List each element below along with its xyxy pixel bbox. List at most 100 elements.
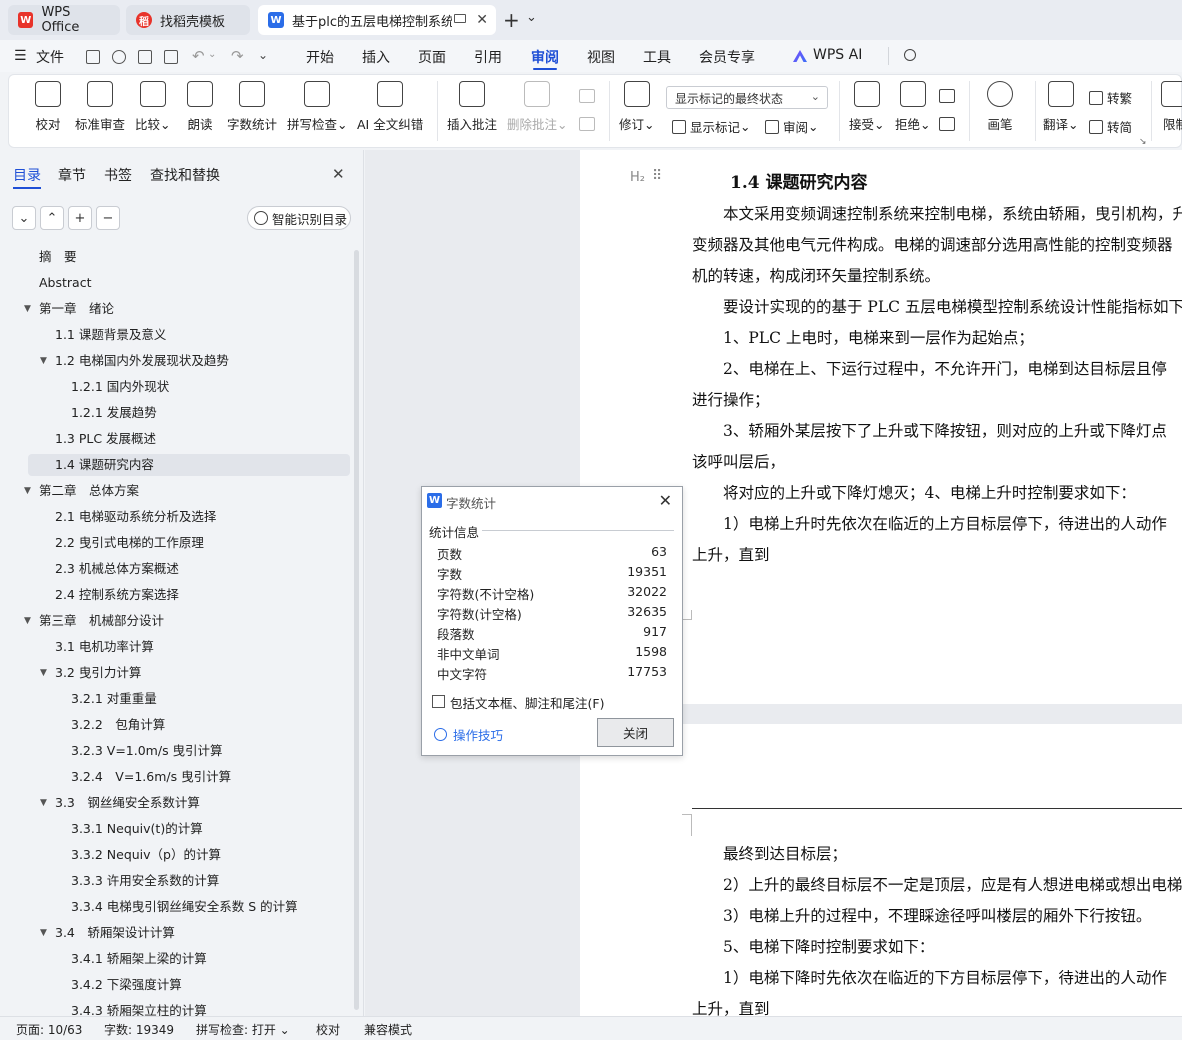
drag-handle-icon[interactable]: ⠿	[652, 168, 662, 184]
toc-item[interactable]: 1.4 课题研究内容	[55, 454, 154, 476]
file-menu[interactable]: 文件	[36, 47, 64, 67]
menu-review[interactable]: 审阅	[531, 47, 559, 67]
restrict-editing-button[interactable]: 限制	[1161, 81, 1182, 133]
toc-item[interactable]: 1.2.1 发展趋势	[71, 402, 157, 424]
expand-arrow-icon[interactable]: ▼	[40, 350, 47, 372]
undo-icon[interactable]: ↶	[192, 47, 205, 65]
toc-item[interactable]: 3.2.2 包角计算	[71, 714, 165, 736]
toc-item[interactable]: 2.2 曳引式电梯的工作原理	[55, 532, 204, 554]
page-indicator[interactable]: 页面: 10/63	[16, 1021, 82, 1038]
translate-button[interactable]: 翻译⌄	[1043, 81, 1079, 133]
menu-insert[interactable]: 插入	[362, 47, 390, 67]
print-icon[interactable]	[138, 50, 152, 64]
close-icon[interactable]: ✕	[476, 12, 488, 28]
proofread-button[interactable]: 校对	[35, 81, 61, 133]
collapse-up-button[interactable]: ⌃	[40, 206, 64, 230]
nav-tab-toc[interactable]: 目录	[13, 165, 41, 185]
spell-check-button[interactable]: 拼写检查⌄	[287, 81, 348, 133]
word-count-indicator[interactable]: 字数: 19349	[104, 1021, 174, 1038]
nav-tab-bookmarks[interactable]: 书签	[104, 165, 132, 185]
tab-docer[interactable]: 稻 找稻壳模板	[126, 5, 250, 35]
print-preview-icon[interactable]	[164, 50, 178, 64]
close-icon[interactable]: ✕	[659, 491, 672, 510]
close-button[interactable]: 关闭	[597, 718, 674, 747]
markup-state-select[interactable]: 显示标记的最终状态 ⌄	[666, 86, 828, 109]
review-pane-button[interactable]: 审阅 ⌄	[765, 117, 819, 136]
tab-wps-office[interactable]: W WPS Office	[8, 5, 120, 35]
close-pane-icon[interactable]: ✕	[332, 165, 345, 183]
scrollbar[interactable]	[354, 250, 359, 1010]
to-simplified-button[interactable]: 转简	[1089, 117, 1132, 136]
collapse-down-button[interactable]: ⌄	[12, 206, 36, 230]
nav-tab-find-replace[interactable]: 查找和替换	[150, 165, 220, 185]
insert-comment-button[interactable]: 插入批注	[447, 81, 497, 133]
expand-arrow-icon[interactable]: ▼	[40, 662, 47, 684]
reject-button[interactable]: 拒绝⌄	[895, 81, 931, 133]
menu-start[interactable]: 开始	[306, 47, 334, 67]
track-changes-button[interactable]: 修订⌄	[619, 81, 655, 133]
toc-item[interactable]: 3.2.1 对重重量	[71, 688, 157, 710]
expand-arrow-icon[interactable]: ▼	[40, 792, 47, 814]
toc-item[interactable]: ▼ 3.4 轿厢架设计计算	[40, 922, 175, 944]
toc-item[interactable]: ▼ 第一章 绪论	[24, 298, 114, 320]
toc-item[interactable]: ▼ 3.2 曳引力计算	[40, 662, 141, 684]
toc-item[interactable]: ▼ 第二章 总体方案	[24, 480, 139, 502]
toc-item[interactable]: 3.3.3 许用安全系数的计算	[71, 870, 219, 892]
menu-page[interactable]: 页面	[418, 47, 446, 67]
menu-member[interactable]: 会员专享	[699, 47, 755, 67]
undo-chevron-icon[interactable]: ⌄	[208, 49, 216, 60]
pen-button[interactable]: 画笔	[987, 81, 1013, 133]
toc-item[interactable]: ▼ 1.2 电梯国内外发展现状及趋势	[40, 350, 229, 372]
redo-icon[interactable]: ↷	[231, 47, 244, 65]
toc-item[interactable]: ▼ 3.3 钢丝绳安全系数计算	[40, 792, 200, 814]
toc-item[interactable]: 1.2.1 国内外现状	[71, 376, 169, 398]
include-textboxes-label[interactable]: 包括文本框、脚注和尾注(F)	[450, 693, 604, 712]
toc-item[interactable]: Abstract	[39, 272, 91, 294]
new-tab-button[interactable]: +	[503, 8, 520, 32]
read-aloud-button[interactable]: 朗读	[187, 81, 213, 133]
toc-item[interactable]: ▼ 第三章 机械部分设计	[24, 610, 164, 632]
toc-item[interactable]: 2.4 控制系统方案选择	[55, 584, 179, 606]
menu-view[interactable]: 视图	[587, 47, 615, 67]
menu-wps-ai[interactable]: WPS AI	[813, 47, 862, 63]
expand-arrow-icon[interactable]: ▼	[24, 610, 31, 632]
toc-item[interactable]: 3.3.2 Nequiv（p）的计算	[71, 844, 221, 866]
smart-toc-button[interactable]: 智能识别目录	[247, 206, 351, 230]
expand-arrow-icon[interactable]: ▼	[24, 298, 31, 320]
toc-item[interactable]: 3.3.1 Nequiv(t)的计算	[71, 818, 203, 840]
toc-item[interactable]: 3.2.4 V=1.6m/s 曳引计算	[71, 766, 231, 788]
tab-list-chevron-icon[interactable]: ⌄	[526, 10, 537, 25]
add-heading-button[interactable]: +	[68, 206, 92, 230]
remove-heading-button[interactable]: −	[96, 206, 120, 230]
toc-item[interactable]: 3.4.3 轿厢架立柱的计算	[71, 1000, 207, 1016]
word-count-button[interactable]: 字数统计	[227, 81, 277, 133]
expand-arrow-icon[interactable]: ▼	[40, 922, 47, 944]
compare-button[interactable]: 比较⌄	[135, 81, 171, 133]
accept-button[interactable]: 接受⌄	[849, 81, 885, 133]
toc-item[interactable]: 2.3 机械总体方案概述	[55, 558, 179, 580]
toc-item[interactable]: 3.4.2 下梁强度计算	[71, 974, 182, 996]
previous-comment-icon[interactable]	[579, 89, 595, 103]
previous-change-icon[interactable]	[939, 89, 955, 103]
toc-item[interactable]: 2.1 电梯驱动系统分析及选择	[55, 506, 216, 528]
proofread-status[interactable]: 校对	[316, 1021, 340, 1038]
spell-check-status[interactable]: 拼写检查: 打开 ⌄	[196, 1021, 290, 1038]
include-textboxes-checkbox[interactable]	[432, 695, 445, 708]
dialog-launcher-icon[interactable]: ↘	[1139, 137, 1147, 147]
document-page[interactable]: 最终到达目标层； 2）上升的最终目标层不一定是顶层，应是有人想进电梯或想出电梯 …	[580, 724, 1182, 1018]
tips-link[interactable]: 操作技巧	[434, 725, 503, 744]
more-chevron-icon[interactable]: ⌄	[258, 48, 268, 62]
menu-tools[interactable]: 工具	[643, 47, 671, 67]
ai-proofread-button[interactable]: AI 全文纠错	[357, 81, 423, 133]
to-traditional-button[interactable]: 转繁	[1089, 88, 1132, 107]
hamburger-icon[interactable]: ☰	[14, 48, 27, 64]
search-icon[interactable]	[904, 49, 916, 61]
show-markup-button[interactable]: 显示标记 ⌄	[672, 117, 751, 136]
toc-item[interactable]: 摘 要	[39, 246, 77, 268]
tab-document[interactable]: W 基于plc的五层电梯控制系统设 ✕	[258, 5, 496, 35]
toc-item[interactable]: 3.4.1 轿厢架上梁的计算	[71, 948, 207, 970]
next-comment-icon[interactable]	[579, 117, 595, 131]
standard-review-button[interactable]: 标准审查	[75, 81, 125, 133]
toc-item[interactable]: 3.2.3 V=1.0m/s 曳引计算	[71, 740, 223, 762]
menu-reference[interactable]: 引用	[474, 47, 502, 67]
